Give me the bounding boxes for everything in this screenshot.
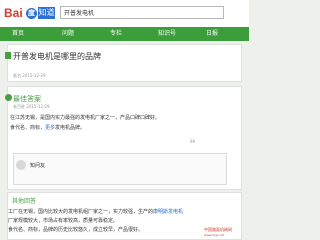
answer-line-1: 在江苏无锡，是国内实力最强的发电机厂家之一，产品口碑口碑好。: [10, 115, 161, 121]
best-answer-heading: 最佳答案: [13, 95, 41, 103]
logo-text: Bai: [4, 6, 23, 20]
other-link[interactable]: 康明斯发电机: [153, 209, 183, 215]
zhidao-badge: 知道: [38, 7, 55, 19]
nav-item-columns[interactable]: 专栏: [110, 27, 122, 41]
question-title: 开普发电机是哪里的品牌: [13, 52, 101, 61]
watermark-url: www.lmjx.net: [204, 233, 225, 237]
answer-line-2-suffix: 发电机品牌。: [55, 125, 86, 131]
nav-item-knowledge[interactable]: 知识号: [158, 27, 176, 41]
main-nav: 首页 问题 专栏 知识号 日报: [0, 27, 249, 41]
comment-username[interactable]: 知问友: [30, 162, 45, 169]
like-count[interactable]: 99: [190, 139, 195, 144]
nav-item-home[interactable]: 首页: [12, 27, 24, 41]
nav-item-questions[interactable]: 问题: [62, 27, 74, 41]
answer-line-2: 食代名、商标，更多发电机品牌。: [10, 124, 85, 131]
check-icon: [5, 94, 12, 101]
other-line-1: 工厂在无锡，国内比较大的发电机组厂家之一，实力较强，生产的康明斯发电机: [8, 208, 183, 215]
question-icon: [5, 52, 11, 59]
answer-line-2-prefix: 食代名、商标，: [10, 125, 46, 131]
baidu-zhidao-logo[interactable]: Bai 度 知道: [4, 6, 56, 21]
top-bar: Bai 度 知道 开普发电机: [0, 0, 249, 27]
answer-meta: 老百姓 2015-12-29: [13, 104, 50, 109]
question-meta: 匿名 2015-12-29: [13, 73, 46, 78]
other-line-3: 食代名、商标，品牌的历史比较悠久，成立较早，产品很好。: [8, 227, 144, 233]
comment-box: [13, 153, 227, 185]
search-input[interactable]: 开普发电机: [60, 6, 224, 19]
other-line-1-text: 工厂在无锡，国内比较大的发电机组厂家之一，实力较强，生产的: [8, 209, 154, 215]
other-line-2: 厂家规模较大，市场占有率较高，质量可靠稳定。: [8, 218, 119, 224]
nav-item-daily[interactable]: 日报: [206, 27, 218, 41]
other-answers-heading: 其他回答: [12, 198, 37, 205]
paw-icon: 度: [26, 8, 37, 19]
avatar[interactable]: [16, 160, 26, 170]
answer-link[interactable]: 更多: [45, 125, 55, 131]
